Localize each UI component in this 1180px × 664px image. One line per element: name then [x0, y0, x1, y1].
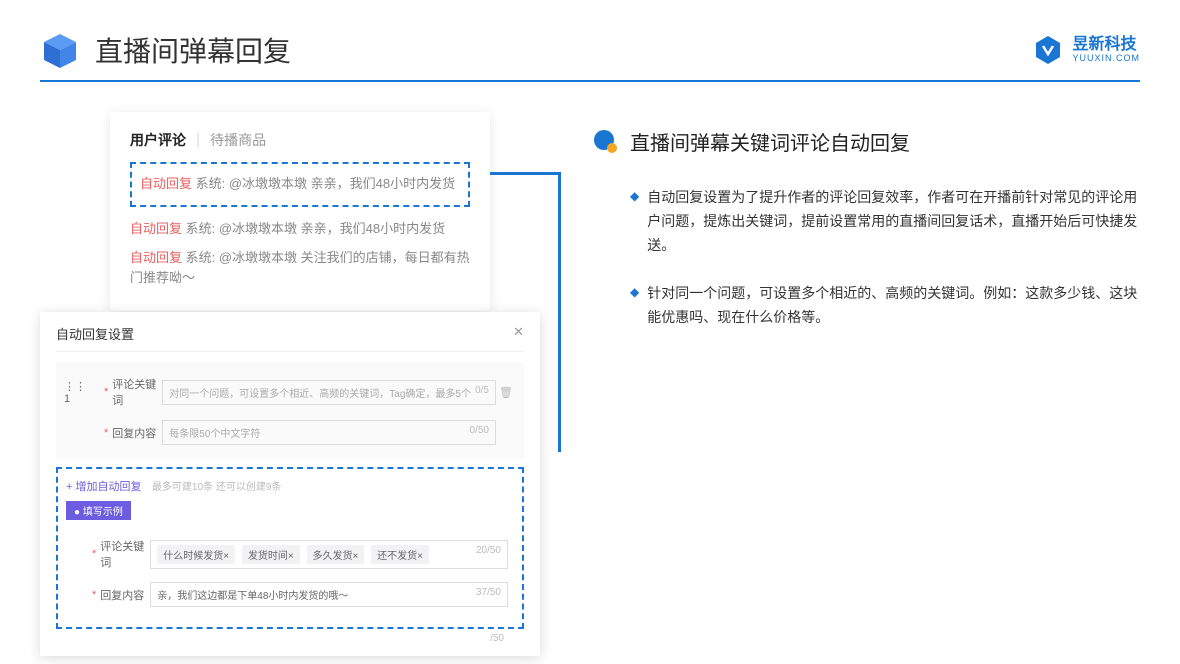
trash-icon[interactable]: 🗑: [496, 386, 516, 399]
add-hint: 最多可建10条 还可以创建9条: [152, 482, 281, 493]
comment-text: 系统: @冰墩墩本墩 亲亲，我们48小时内发货: [186, 221, 446, 236]
row-index: ⋮⋮ 1: [64, 380, 84, 405]
connector-line: [490, 172, 560, 175]
auto-reply-tag: 自动回复: [140, 176, 192, 191]
page-title: 直播间弹幕回复: [95, 30, 1032, 70]
connector-line: [558, 172, 561, 452]
highlighted-comment: 自动回复 系统: @冰墩墩本墩 亲亲，我们48小时内发货: [130, 162, 470, 207]
section-title: 直播间弹幕关键词评论自动回复: [630, 127, 910, 156]
keyword-tag[interactable]: 还不发货×: [371, 545, 429, 564]
keyword-tag[interactable]: 多久发货×: [307, 545, 365, 564]
brand-url: YUUXIN.COM: [1072, 53, 1140, 63]
ex-content-label: 回复内容: [100, 587, 150, 603]
bubble-icon: [590, 128, 618, 156]
settings-title: 自动回复设置: [56, 324, 134, 343]
auto-reply-tag: 自动回复: [130, 221, 182, 236]
outer-count: /50: [56, 629, 524, 644]
bullet-text: 针对同一个问题，可设置多个相近的、高频的关键词。例如：这款多少钱、这块能优惠吗、…: [647, 282, 1140, 330]
diamond-icon: ◆: [630, 285, 639, 330]
keyword-input[interactable]: 对同一个问题，可设置多个相近、高频的关键词，Tag确定，最多5个 0/5: [162, 380, 496, 405]
settings-panel: 自动回复设置 ✕ ⋮⋮ 1 * 评论关键词 对同一个问题，可设置多个相近、高频的…: [40, 312, 540, 656]
comment-text: 系统: @冰墩墩本墩 亲亲，我们48小时内发货: [196, 176, 456, 191]
example-section: + 增加自动回复 最多可建10条 还可以创建9条 ● 填写示例 * 评论关键词 …: [56, 467, 524, 629]
comments-panel: 用户评论 | 待播商品 自动回复 系统: @冰墩墩本墩 亲亲，我们48小时内发货…: [110, 112, 490, 311]
header-divider: [40, 80, 1140, 82]
example-badge: ● 填写示例: [66, 501, 131, 520]
ex-keyword-label: 评论关键词: [100, 538, 150, 570]
ex-content-input[interactable]: 亲，我们这边都是下单48小时内发货的哦～ 37/50: [150, 582, 508, 607]
tab-comments[interactable]: 用户评论: [130, 130, 186, 150]
add-reply-link[interactable]: + 增加自动回复: [66, 481, 141, 493]
keyword-tag[interactable]: 发货时间×: [242, 545, 300, 564]
ex-keyword-input[interactable]: 什么时候发货× 发货时间× 多久发货× 还不发货× 20/50: [150, 540, 508, 569]
diamond-icon: ◆: [630, 189, 639, 257]
bullet-text: 自动回复设置为了提升作者的评论回复效率，作者可在开播前针对常见的评论用户问题，提…: [647, 186, 1140, 257]
content-label: 回复内容: [112, 425, 162, 441]
close-icon[interactable]: ✕: [513, 324, 524, 343]
keyword-tag[interactable]: 什么时候发货×: [157, 545, 235, 564]
keyword-label: 评论关键词: [112, 376, 162, 408]
brand-logo: 昱新科技 YUUXIN.COM: [1032, 34, 1140, 66]
tab-products[interactable]: 待播商品: [210, 130, 266, 150]
auto-reply-tag: 自动回复: [130, 250, 182, 265]
content-input[interactable]: 每条限50个中文字符 0/50: [162, 420, 496, 445]
cube-icon: [40, 30, 80, 70]
brand-name: 昱新科技: [1072, 37, 1140, 53]
